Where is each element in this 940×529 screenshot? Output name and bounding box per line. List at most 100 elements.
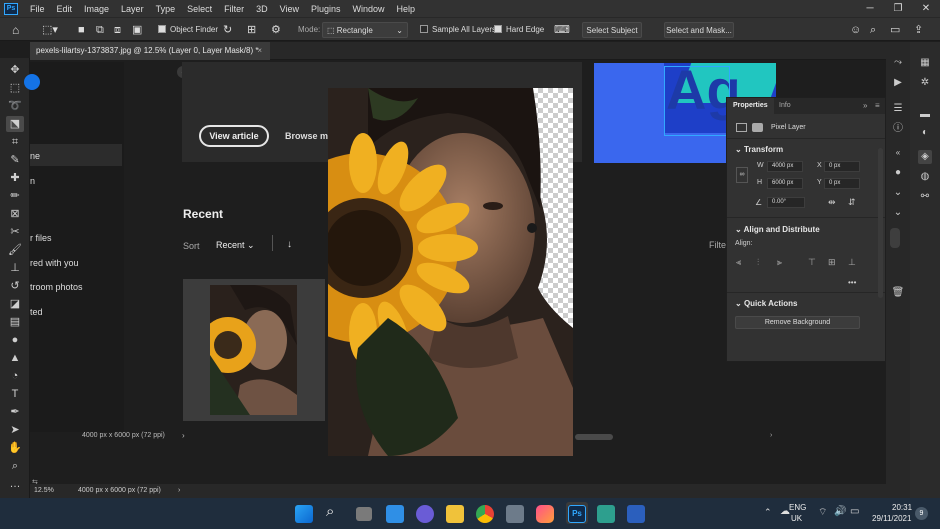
home-horizontal-scrollbar[interactable] bbox=[575, 434, 613, 440]
word-icon[interactable] bbox=[627, 505, 645, 523]
brush-settings-icon[interactable]: ● bbox=[891, 166, 905, 180]
filter-label[interactable]: Filte bbox=[709, 240, 726, 250]
path-selection-icon[interactable]: ➤ bbox=[6, 422, 24, 438]
file-explorer-icon[interactable] bbox=[446, 505, 464, 523]
width-field[interactable]: 4000 px bbox=[767, 161, 803, 172]
panel-menu-icon[interactable]: ≡ bbox=[875, 101, 880, 110]
share-icon[interactable]: ☺ bbox=[850, 22, 861, 38]
sidebar-item-home[interactable]: ne bbox=[30, 151, 40, 161]
windows-start-icon[interactable] bbox=[295, 505, 313, 523]
clock-date[interactable]: 29/11/2021 bbox=[872, 514, 911, 523]
object-selection-tool-icon[interactable]: ⬔ bbox=[6, 116, 24, 132]
dropdown-icon-2[interactable]: ⌄ bbox=[891, 206, 905, 220]
select-and-mask-button[interactable]: Select and Mask... bbox=[664, 22, 734, 38]
align-section[interactable]: ⌄ Align and Distribute bbox=[735, 225, 820, 234]
align-bottom-icon[interactable]: ⊥ bbox=[848, 257, 856, 268]
lasso-tool-icon[interactable]: ➰ bbox=[6, 98, 24, 114]
align-left-icon[interactable]: ⫷ bbox=[736, 257, 741, 268]
task-view-icon[interactable] bbox=[356, 507, 372, 521]
history-brush-icon[interactable]: ↺ bbox=[6, 278, 24, 294]
share-upload-icon[interactable]: ⇪ bbox=[914, 22, 923, 38]
move-tool-icon[interactable]: ✥ bbox=[6, 62, 24, 78]
calculator-icon[interactable] bbox=[506, 505, 524, 523]
clock-time[interactable]: 20:31 bbox=[892, 503, 912, 512]
close-icon[interactable]: ✕ bbox=[912, 0, 940, 17]
align-center-h-icon[interactable]: ⫶ bbox=[757, 257, 759, 268]
align-top-icon[interactable]: ⊤ bbox=[808, 257, 816, 268]
sharpen-tool-icon[interactable]: ▲ bbox=[6, 350, 24, 366]
swap-colors-icon[interactable]: ⇆ bbox=[32, 476, 38, 490]
new-selection-icon[interactable]: ■ bbox=[78, 22, 85, 38]
tab-info[interactable]: Info bbox=[773, 98, 797, 114]
more-options-icon[interactable]: ••• bbox=[848, 278, 856, 287]
battery-icon[interactable]: ▭ bbox=[850, 506, 859, 517]
status-chevron-icon[interactable]: › bbox=[178, 484, 180, 498]
region-indicator[interactable]: UK bbox=[791, 514, 802, 523]
menu-file[interactable]: File bbox=[24, 4, 51, 14]
menu-plugins[interactable]: Plugins bbox=[305, 4, 347, 14]
dropdown-icon[interactable]: ⌄ bbox=[891, 186, 905, 200]
quick-actions-section[interactable]: ⌄ Quick Actions bbox=[735, 299, 797, 308]
recent-file-thumbnail[interactable] bbox=[210, 285, 297, 415]
brush-tool-icon[interactable]: ✏ bbox=[6, 188, 24, 204]
healing-brush-icon[interactable]: ✚ bbox=[6, 170, 24, 186]
document-tab[interactable]: pexels-lilartsy-1373837.jpg @ 12.5% (Lay… bbox=[30, 42, 270, 60]
adjust-circle-icon[interactable]: ◐ bbox=[918, 126, 932, 140]
tab-properties[interactable]: Properties bbox=[727, 98, 774, 114]
gradient-tool-icon[interactable]: ▤ bbox=[6, 314, 24, 330]
type-tool-icon[interactable]: T bbox=[6, 386, 24, 402]
scroll-right-icon[interactable]: › bbox=[770, 432, 772, 439]
crop-tool-icon[interactable]: ⌗ bbox=[6, 134, 24, 150]
refresh-icon[interactable]: ↻ bbox=[223, 22, 232, 38]
view-article-button[interactable]: View article bbox=[199, 125, 269, 147]
photoshop-taskbar-icon[interactable]: Ps bbox=[568, 505, 586, 523]
menu-edit[interactable]: Edit bbox=[51, 4, 79, 14]
language-indicator[interactable]: ENG bbox=[789, 503, 806, 512]
info-icon[interactable]: ⓘ bbox=[891, 122, 905, 136]
add-selection-icon[interactable]: ⧉ bbox=[96, 22, 104, 38]
wifi-icon[interactable]: ⌔ bbox=[818, 506, 827, 519]
trash-icon[interactable]: 🗑 bbox=[891, 286, 905, 300]
brush-options-icon[interactable]: ⌨ bbox=[554, 22, 570, 38]
link-icon[interactable]: ∞ bbox=[736, 167, 748, 183]
sidebar-item-learn[interactable]: n bbox=[30, 176, 35, 186]
menu-filter[interactable]: Filter bbox=[218, 4, 250, 14]
widgets-icon[interactable] bbox=[386, 505, 404, 523]
paths-icon[interactable]: ⚯ bbox=[918, 190, 932, 204]
canvas-photo[interactable] bbox=[328, 88, 573, 456]
menu-help[interactable]: Help bbox=[391, 4, 422, 14]
y-field[interactable]: 0 px bbox=[824, 178, 860, 189]
blur-tool-icon[interactable]: ● bbox=[6, 332, 24, 348]
patch-tool-icon[interactable]: ✂ bbox=[6, 224, 24, 240]
align-middle-icon[interactable]: ⊞ bbox=[828, 257, 836, 268]
panel-collapse-icon[interactable]: « bbox=[891, 146, 905, 160]
mode-select[interactable]: ⬚ Rectangle ⌄ bbox=[322, 22, 408, 38]
angle-field[interactable]: 0.00° bbox=[767, 197, 805, 208]
panel-scrollbar[interactable] bbox=[878, 148, 883, 298]
menu-3d[interactable]: 3D bbox=[250, 4, 274, 14]
select-subject-button[interactable]: Select Subject bbox=[582, 22, 642, 38]
gear-icon[interactable]: ⚙ bbox=[271, 22, 281, 38]
menu-window[interactable]: Window bbox=[347, 4, 391, 14]
scroll-thumb[interactable] bbox=[890, 228, 900, 248]
height-field[interactable]: 6000 px bbox=[767, 178, 803, 189]
layers-icon[interactable]: ◈ bbox=[918, 150, 932, 164]
chrome-icon[interactable] bbox=[476, 505, 494, 523]
photos-app-icon[interactable] bbox=[536, 505, 554, 523]
color-icon[interactable]: ✲ bbox=[918, 76, 932, 90]
object-selection-tool-icon[interactable]: ⬚▾ bbox=[42, 22, 58, 38]
adjustments-icon[interactable]: ☰ bbox=[891, 102, 905, 116]
avatar[interactable] bbox=[24, 74, 40, 90]
paintbrush-icon[interactable]: 🖌 bbox=[6, 242, 24, 258]
sidebar-item-your-files[interactable]: r files bbox=[30, 233, 52, 243]
libraries-icon[interactable]: ▦ bbox=[918, 56, 932, 70]
browse-link[interactable]: Browse m bbox=[285, 131, 328, 141]
menu-select[interactable]: Select bbox=[181, 4, 218, 14]
pen-tool-icon[interactable]: ✒ bbox=[6, 404, 24, 420]
channels-icon[interactable]: ◍ bbox=[918, 170, 932, 184]
menu-layer[interactable]: Layer bbox=[115, 4, 150, 14]
flip-vertical-icon[interactable]: ⇵ bbox=[848, 197, 856, 208]
flip-horizontal-icon[interactable]: ⇹ bbox=[828, 197, 836, 208]
sidebar-item-lightroom[interactable]: troom photos bbox=[30, 282, 83, 292]
thumb-chevron-icon[interactable]: › bbox=[182, 431, 185, 440]
